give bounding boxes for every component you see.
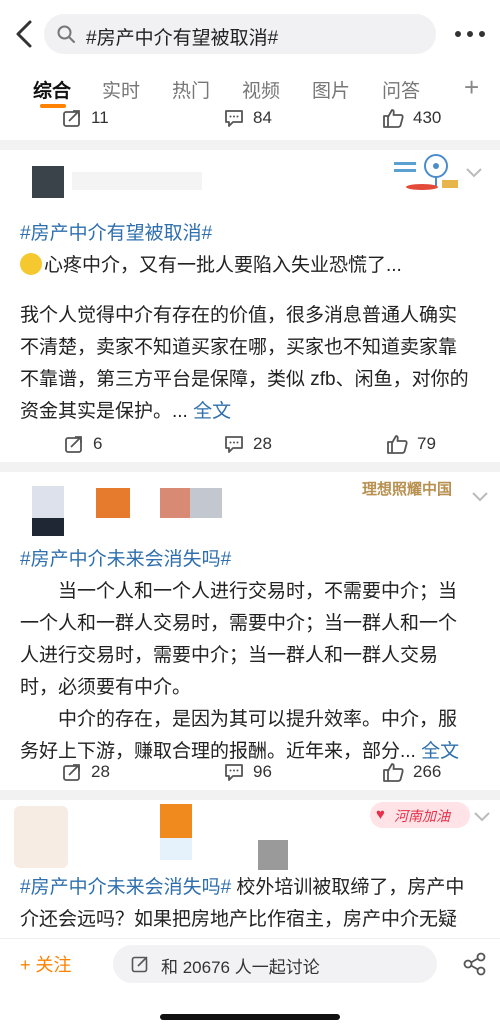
- more-options-icon[interactable]: [452, 22, 488, 46]
- avatar[interactable]: [32, 166, 64, 198]
- repost-icon: [63, 764, 80, 781]
- thumbs-up-icon: [383, 109, 404, 128]
- search-input[interactable]: #房产中介有望被取消#: [44, 14, 436, 54]
- badge-text: 河南加油: [394, 808, 450, 824]
- comment-icon: [225, 110, 243, 127]
- share-icon[interactable]: [462, 951, 488, 977]
- thumbs-up-icon: [387, 435, 408, 454]
- add-tab-icon[interactable]: +: [464, 72, 479, 103]
- crying-emoji-icon: [20, 253, 42, 275]
- tab-hot[interactable]: 热门: [172, 76, 210, 103]
- home-indicator: [160, 1014, 340, 1020]
- post-card: 理想照耀中国 #房产中介未来会消失吗# 当一个人和一个人进行交易时，不需要中介；…: [0, 472, 500, 790]
- tab-qa[interactable]: 问答: [382, 76, 420, 103]
- repost-button[interactable]: 28: [62, 762, 110, 782]
- post-card: ♥ 河南加油 #房产中介未来会消失吗# 校外培训被取缔了，房产中 介还会远吗？如…: [0, 800, 500, 938]
- watermark-text: 理想照耀中国: [362, 480, 453, 498]
- divider: [0, 790, 500, 800]
- hashtag-link[interactable]: #房产中介未来会消失吗#: [20, 877, 231, 898]
- like-button[interactable]: 79: [386, 434, 436, 454]
- hashtag-link[interactable]: #房产中介未来会消失吗#: [20, 544, 490, 576]
- tab-realtime[interactable]: 实时: [102, 76, 140, 103]
- comment-button[interactable]: 28: [224, 434, 272, 454]
- like-count: 430: [413, 108, 442, 127]
- post-line: 人进行交易时，需要中介；当一群人和一群人交易: [20, 645, 439, 666]
- comment-button[interactable]: 84: [224, 108, 272, 128]
- edit-icon: [131, 956, 148, 973]
- post-line: 校外培训被取缔了，房产中: [236, 877, 465, 898]
- like-count: 79: [417, 434, 436, 453]
- username-redacted: [160, 838, 192, 860]
- avatar[interactable]: [32, 486, 64, 518]
- chevron-down-icon[interactable]: [464, 166, 484, 180]
- avatar-redacted: [32, 518, 64, 536]
- post-line: 一个人和一群人交易时，需要中介；当一群人和一个: [20, 613, 458, 634]
- post-line: 不靠谱，第三方平台是保障，类似 zfb、闲鱼，对你的: [20, 369, 469, 390]
- chevron-down-icon[interactable]: [470, 490, 490, 504]
- tab-comprehensive[interactable]: 综合: [33, 76, 71, 103]
- prev-post-actions: 11 84 430: [0, 100, 500, 140]
- post-body: #房产中介有望被取消# 心疼中介，又有一批人要陷入失业恐慌了... 我个人觉得中…: [20, 218, 490, 428]
- thumbs-up-icon: [383, 763, 404, 782]
- username-redacted: [160, 804, 192, 838]
- post-line: 中介的存在，是因为其可以提升效率。中介，服: [58, 709, 458, 730]
- repost-count: 11: [91, 108, 109, 127]
- post-body: #房产中介未来会消失吗# 当一个人和一个人进行交易时，不需要中介；当 一个人和一…: [20, 544, 490, 768]
- comment-count: 28: [253, 434, 272, 453]
- repost-button[interactable]: 11: [62, 108, 109, 128]
- post-line: 介还会远吗？如果把房地产比作宿主，房产中介无疑: [20, 909, 458, 930]
- tab-images[interactable]: 图片: [312, 76, 350, 103]
- username-redacted: [160, 488, 190, 518]
- username-redacted: [258, 840, 288, 870]
- search-query: #房产中介有望被取消#: [86, 28, 279, 49]
- post-line: 时，必须要有中介。: [20, 677, 192, 698]
- fan-sticker-icon: [394, 154, 458, 190]
- like-button[interactable]: 430: [382, 108, 441, 128]
- discuss-input[interactable]: 和 20676 人一起讨论: [113, 945, 437, 983]
- post-line: 不清楚，卖家不知道买家在哪，买家也不知道卖家靠: [20, 337, 458, 358]
- repost-button[interactable]: 6: [64, 434, 102, 454]
- username-redacted: [72, 172, 202, 190]
- like-count: 266: [413, 762, 442, 781]
- tab-video[interactable]: 视频: [242, 76, 280, 103]
- top-bar: #房产中介有望被取消#: [0, 0, 500, 68]
- repost-count: 28: [91, 762, 110, 781]
- follow-button[interactable]: + 关注: [20, 951, 72, 977]
- post-actions: 6 28 79: [0, 426, 500, 466]
- like-button[interactable]: 266: [382, 762, 441, 782]
- repost-icon: [63, 110, 80, 127]
- search-icon: [57, 25, 75, 43]
- divider: [0, 462, 500, 472]
- read-more-link[interactable]: 全文: [193, 401, 231, 422]
- post-line: 心疼中介，又有一批人要陷入失业恐慌了...: [44, 255, 402, 276]
- avatar[interactable]: [14, 806, 68, 868]
- post-line: 资金其实是保护。...: [20, 401, 188, 422]
- hashtag-link[interactable]: #房产中介有望被取消#: [20, 218, 490, 250]
- username-redacted: [190, 488, 222, 518]
- repost-icon: [65, 436, 82, 453]
- comment-icon: [225, 436, 243, 453]
- post-line: 当一个人和一个人进行交易时，不需要中介；当: [58, 581, 458, 602]
- post-line: 我个人觉得中介有存在的价值，很多消息普通人确实: [20, 305, 458, 326]
- post-actions: 28 96 266: [0, 754, 500, 794]
- chevron-down-icon[interactable]: [472, 810, 492, 824]
- back-arrow-icon[interactable]: [10, 16, 40, 52]
- post-card: #房产中介有望被取消# 心疼中介，又有一批人要陷入失业恐慌了... 我个人觉得中…: [0, 150, 500, 462]
- comment-icon: [225, 764, 243, 781]
- henan-badge: ♥ 河南加油: [370, 802, 470, 828]
- comment-count: 84: [253, 108, 272, 127]
- username-redacted: [96, 488, 130, 518]
- heart-icon: ♥: [376, 806, 385, 823]
- comment-count: 96: [253, 762, 272, 781]
- divider: [0, 140, 500, 150]
- repost-count: 6: [93, 434, 103, 453]
- bottom-bar: + 关注 和 20676 人一起讨论: [0, 938, 500, 988]
- discuss-placeholder: 和 20676 人一起讨论: [161, 958, 320, 977]
- post-body: #房产中介未来会消失吗# 校外培训被取缔了，房产中 介还会远吗？如果把房地产比作…: [20, 872, 490, 936]
- comment-button[interactable]: 96: [224, 762, 272, 782]
